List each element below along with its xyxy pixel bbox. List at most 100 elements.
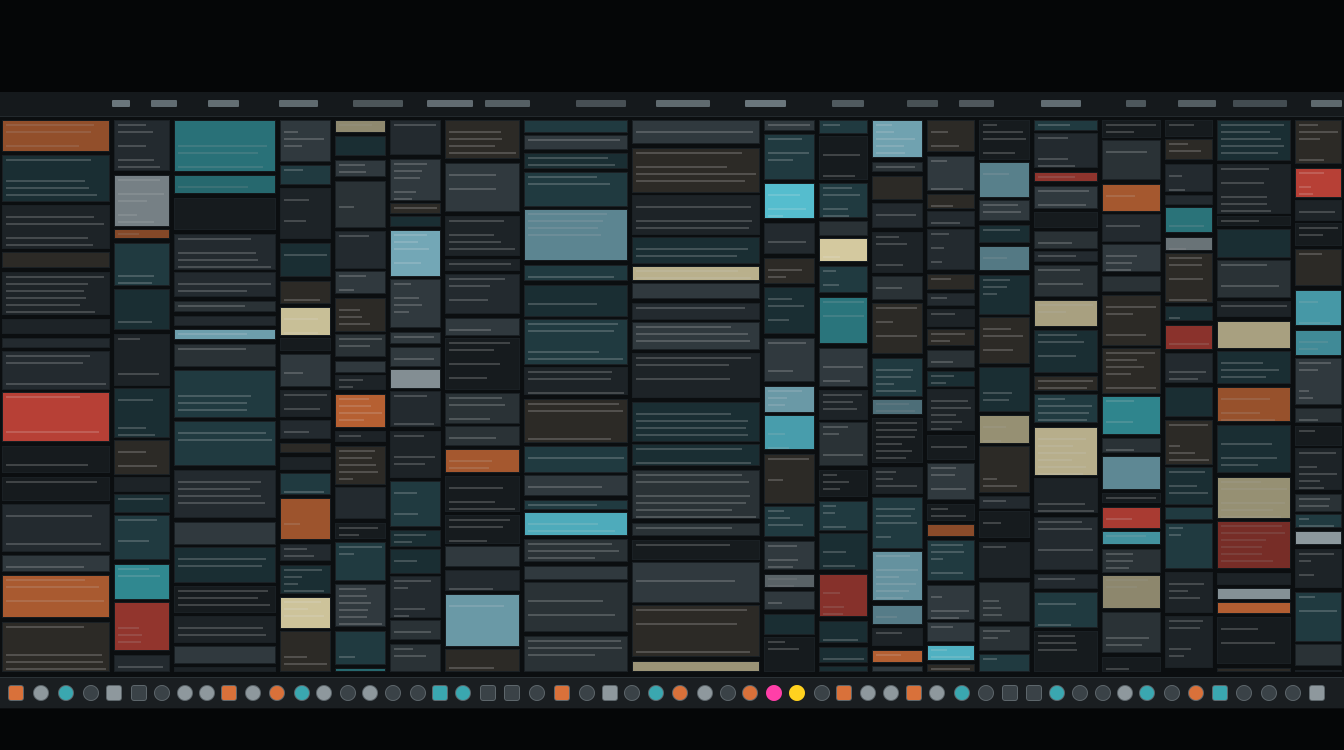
window-thumbnail[interactable] <box>280 544 331 561</box>
window-thumbnail[interactable] <box>1165 253 1213 303</box>
menu-item[interactable] <box>1311 100 1342 107</box>
window-thumbnail[interactable] <box>280 498 331 540</box>
window-thumbnail[interactable] <box>632 661 760 672</box>
window-thumbnail[interactable] <box>819 574 868 617</box>
window-thumbnail[interactable] <box>335 231 386 269</box>
window-thumbnail[interactable] <box>764 506 815 537</box>
window-thumbnail[interactable] <box>927 211 975 227</box>
window-thumbnail[interactable] <box>1295 290 1342 326</box>
window-thumbnail[interactable] <box>1034 265 1098 297</box>
menu-item[interactable] <box>427 100 473 107</box>
window-thumbnail[interactable] <box>764 454 815 504</box>
window-thumbnail[interactable] <box>524 172 628 207</box>
window-thumbnail[interactable] <box>1102 438 1161 453</box>
window-thumbnail[interactable] <box>1165 139 1213 160</box>
window-thumbnail[interactable] <box>1165 616 1213 668</box>
window-thumbnail[interactable] <box>979 626 1030 651</box>
menu-item[interactable] <box>353 100 403 107</box>
window-thumbnail[interactable] <box>1165 195 1213 205</box>
window-thumbnail[interactable] <box>114 243 170 286</box>
window-thumbnail[interactable] <box>1217 668 1291 672</box>
dock-app-icon[interactable] <box>579 685 595 701</box>
window-thumbnail[interactable] <box>1217 573 1291 585</box>
window-thumbnail[interactable] <box>524 512 628 536</box>
dock-app-icon[interactable] <box>33 685 49 701</box>
window-thumbnail[interactable] <box>819 470 868 497</box>
dock-app-icon[interactable] <box>1139 685 1155 701</box>
window-thumbnail[interactable] <box>1295 426 1342 446</box>
window-thumbnail[interactable] <box>1217 260 1291 298</box>
window-thumbnail[interactable] <box>445 338 520 390</box>
window-thumbnail[interactable] <box>280 307 331 336</box>
window-thumbnail[interactable] <box>764 614 815 635</box>
menu-item[interactable] <box>1233 100 1287 107</box>
window-thumbnail[interactable] <box>1034 251 1098 262</box>
window-thumbnail[interactable] <box>445 120 520 159</box>
window-thumbnail[interactable] <box>632 540 760 560</box>
window-thumbnail[interactable] <box>819 183 868 218</box>
window-thumbnail[interactable] <box>524 539 628 562</box>
window-thumbnail[interactable] <box>872 399 923 415</box>
window-thumbnail[interactable] <box>445 426 520 446</box>
dock-app-icon[interactable] <box>385 685 401 701</box>
window-thumbnail[interactable] <box>445 570 520 591</box>
window-thumbnail[interactable] <box>2 446 110 473</box>
window-thumbnail[interactable] <box>335 668 386 672</box>
window-thumbnail[interactable] <box>335 375 386 390</box>
window-thumbnail[interactable] <box>979 446 1030 493</box>
window-thumbnail[interactable] <box>524 135 628 150</box>
window-thumbnail[interactable] <box>819 422 868 466</box>
window-thumbnail[interactable] <box>979 367 1030 412</box>
window-thumbnail[interactable] <box>524 367 628 395</box>
menu-item[interactable] <box>112 100 130 107</box>
window-thumbnail[interactable] <box>335 160 386 177</box>
dock-app-icon[interactable] <box>672 685 688 701</box>
window-thumbnail[interactable] <box>280 243 331 277</box>
window-thumbnail[interactable] <box>927 329 975 346</box>
window-thumbnail[interactable] <box>979 582 1030 622</box>
window-thumbnail[interactable] <box>524 566 628 580</box>
window-thumbnail[interactable] <box>764 134 815 180</box>
dock-app-icon[interactable] <box>929 685 945 701</box>
window-thumbnail[interactable] <box>979 246 1030 271</box>
window-thumbnail[interactable] <box>872 497 923 549</box>
window-thumbnail[interactable] <box>174 646 276 664</box>
window-thumbnail[interactable] <box>927 524 975 537</box>
window-thumbnail[interactable] <box>174 370 276 418</box>
window-thumbnail[interactable] <box>2 120 110 152</box>
window-thumbnail[interactable] <box>872 628 923 646</box>
window-thumbnail[interactable] <box>1295 408 1342 423</box>
window-thumbnail[interactable] <box>1295 531 1342 545</box>
window-thumbnail[interactable] <box>1217 301 1291 317</box>
window-thumbnail[interactable] <box>1217 602 1291 614</box>
dock-app-icon[interactable] <box>432 685 448 701</box>
menu-item[interactable] <box>656 100 710 107</box>
dock[interactable] <box>0 677 1344 709</box>
window-thumbnail[interactable] <box>335 446 386 485</box>
dock-app-icon[interactable] <box>860 685 876 701</box>
window-thumbnail[interactable] <box>2 338 110 348</box>
window-thumbnail[interactable] <box>1165 306 1213 321</box>
window-thumbnail[interactable] <box>1102 120 1161 138</box>
window-thumbnail[interactable] <box>390 644 441 672</box>
menu-item[interactable] <box>1041 100 1081 107</box>
dock-app-icon[interactable] <box>362 685 378 701</box>
window-thumbnail[interactable] <box>390 347 441 367</box>
window-thumbnail[interactable] <box>927 664 975 672</box>
window-thumbnail[interactable] <box>390 159 441 201</box>
dock-app-icon[interactable] <box>58 685 74 701</box>
window-thumbnail[interactable] <box>2 575 110 618</box>
dock-app-icon[interactable] <box>1212 685 1228 701</box>
menu-item[interactable] <box>907 100 938 107</box>
window-thumbnail[interactable] <box>524 582 628 632</box>
window-thumbnail[interactable] <box>280 281 331 304</box>
window-thumbnail[interactable] <box>1165 507 1213 520</box>
window-thumbnail[interactable] <box>1295 549 1342 588</box>
window-thumbnail[interactable] <box>335 394 386 428</box>
window-thumbnail[interactable] <box>524 265 628 281</box>
window-thumbnail[interactable] <box>819 621 868 643</box>
window-thumbnail[interactable] <box>632 283 760 299</box>
window-thumbnail[interactable] <box>390 216 441 227</box>
window-thumbnail[interactable] <box>174 272 276 297</box>
window-thumbnail[interactable] <box>1165 120 1213 137</box>
